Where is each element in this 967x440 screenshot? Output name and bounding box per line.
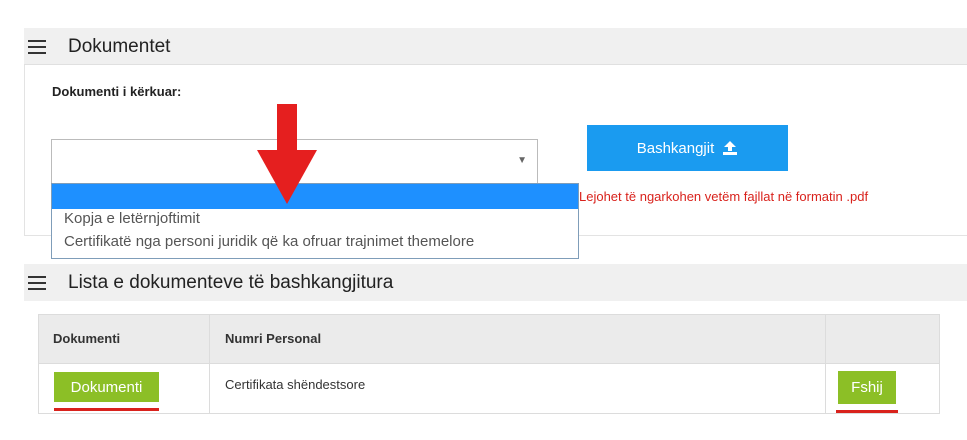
attached-documents-header: Lista e dokumenteve të bashkangjitura bbox=[24, 264, 967, 301]
column-divider bbox=[209, 315, 210, 413]
pdf-only-warning: Lejohet të ngarkohen vetëm fajllat në fo… bbox=[579, 189, 869, 204]
dropdown-option-id-copy[interactable]: Kopja e letërnjoftimit bbox=[64, 210, 200, 227]
menu-icon bbox=[28, 40, 46, 54]
table-header: Dokumenti Numri Personal bbox=[39, 315, 939, 364]
view-document-button[interactable]: Dokumenti bbox=[54, 372, 159, 402]
dropdown-option-training-certificate[interactable]: Certifikatë nga personi juridik që ka of… bbox=[64, 233, 474, 250]
required-document-label: Dokumenti i kërkuar: bbox=[52, 84, 182, 99]
menu-icon bbox=[28, 276, 46, 290]
red-arrow-annotation bbox=[257, 104, 317, 204]
attached-documents-table: Dokumenti Numri Personal Dokumenti Certi… bbox=[38, 314, 940, 414]
delete-button[interactable]: Fshij bbox=[838, 371, 896, 404]
attached-documents-title: Lista e dokumenteve të bashkangjitura bbox=[68, 272, 394, 293]
attach-button-label: Bashkangjit bbox=[636, 139, 715, 157]
red-underline-annotation bbox=[54, 408, 159, 411]
column-header-personal-number: Numri Personal bbox=[225, 331, 322, 346]
chevron-down-icon[interactable]: ▼ bbox=[517, 155, 527, 166]
column-divider bbox=[825, 315, 826, 413]
attach-button[interactable]: Bashkangjit bbox=[587, 125, 788, 171]
documents-panel-title: Dokumentet bbox=[68, 36, 171, 57]
upload-icon bbox=[723, 140, 738, 155]
documents-panel-header: Dokumentet bbox=[24, 28, 967, 65]
column-header-document: Dokumenti bbox=[53, 331, 121, 346]
personal-number-cell: Certifikata shëndestsore bbox=[225, 377, 366, 392]
red-underline-annotation bbox=[836, 410, 898, 413]
